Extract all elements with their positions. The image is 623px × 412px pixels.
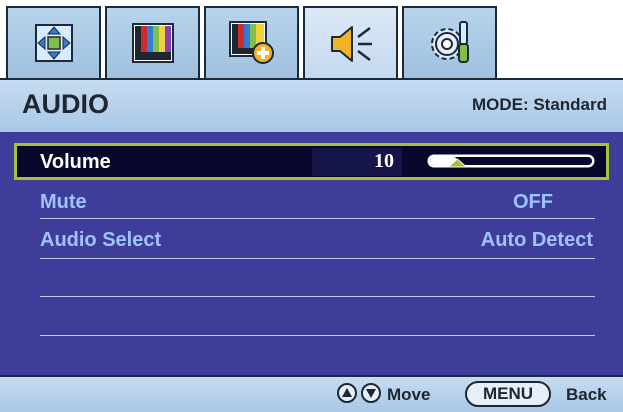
back-label: Back bbox=[566, 385, 607, 404]
menu-title: AUDIO bbox=[22, 89, 109, 119]
audio-select-label: Audio Select bbox=[40, 229, 162, 251]
audio-speaker-icon bbox=[330, 26, 372, 62]
mute-value: OFF bbox=[513, 191, 553, 213]
triangle-down-icon bbox=[366, 389, 376, 398]
osd-menu: AUDIO MODE: Standard Volume 10 Mute OFF … bbox=[0, 0, 623, 412]
display-position-icon bbox=[34, 24, 73, 62]
menu-item-mute[interactable]: Mute OFF bbox=[14, 184, 609, 221]
tab-picture[interactable] bbox=[105, 6, 200, 78]
menu-item-audio-select[interactable]: Audio Select Auto Detect bbox=[14, 222, 609, 259]
triangle-up-icon bbox=[342, 388, 352, 397]
menu-item-volume[interactable]: Volume 10 bbox=[14, 143, 609, 180]
tab-bar bbox=[0, 0, 623, 80]
volume-slider[interactable] bbox=[426, 152, 596, 170]
mode-indicator: MODE: Standard bbox=[471, 95, 607, 114]
up-arrow-button[interactable] bbox=[337, 383, 357, 403]
volume-value-box: 10 bbox=[312, 148, 402, 176]
tab-system[interactable] bbox=[402, 6, 497, 78]
divider bbox=[40, 296, 595, 297]
picture-icon bbox=[131, 23, 174, 63]
tab-audio[interactable] bbox=[303, 6, 398, 80]
system-settings-icon bbox=[430, 21, 469, 63]
tab-display[interactable] bbox=[6, 6, 101, 78]
menu-list: Volume 10 Mute OFF Audio Select Auto Det… bbox=[0, 132, 623, 375]
footer-bar: Move MENU Back bbox=[0, 375, 623, 412]
menu-header: AUDIO MODE: Standard bbox=[0, 78, 623, 132]
audio-select-value: Auto Detect bbox=[480, 229, 593, 251]
tab-picture-advanced[interactable] bbox=[204, 6, 299, 78]
divider bbox=[40, 335, 595, 336]
volume-value: 10 bbox=[374, 150, 394, 172]
volume-label: Volume bbox=[40, 151, 111, 173]
divider bbox=[40, 258, 595, 259]
menu-button[interactable]: MENU bbox=[465, 381, 551, 407]
down-arrow-button[interactable] bbox=[361, 383, 381, 403]
divider bbox=[40, 218, 595, 219]
move-label: Move bbox=[387, 385, 431, 404]
mute-label: Mute bbox=[40, 191, 87, 213]
picture-advanced-icon bbox=[228, 21, 274, 64]
